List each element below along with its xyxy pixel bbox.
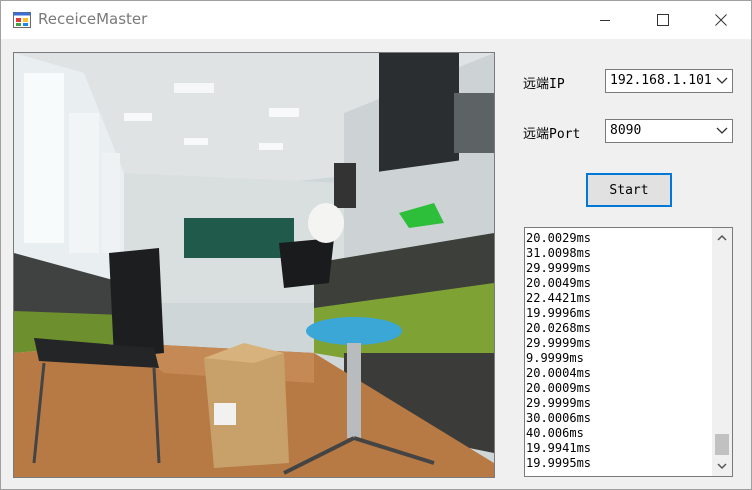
close-icon <box>715 14 727 26</box>
list-item[interactable]: 20.0049ms <box>526 276 710 291</box>
list-item[interactable]: 20.0004ms <box>526 366 710 381</box>
title-bar[interactable]: ReceiceMaster <box>1 1 751 39</box>
list-item[interactable]: 29.9999ms <box>526 261 710 276</box>
close-button[interactable] <box>692 1 750 39</box>
list-item[interactable]: 29.9999ms <box>526 336 710 351</box>
list-item[interactable]: 20.0009ms <box>526 381 710 396</box>
chevron-down-icon <box>717 463 727 470</box>
list-item[interactable]: 20.0029ms <box>526 231 710 246</box>
start-button[interactable]: Start <box>586 173 672 207</box>
scroll-up-button[interactable] <box>712 228 732 248</box>
list-item[interactable]: 9.9999ms <box>526 351 710 366</box>
vertical-scrollbar[interactable] <box>712 228 732 476</box>
remote-port-label: 远端Port <box>523 127 581 142</box>
remote-ip-combobox[interactable]: 192.168.1.101 <box>605 69 733 93</box>
window-title: ReceiceMaster <box>38 10 148 28</box>
minimize-icon <box>600 20 610 21</box>
list-item[interactable]: 19.9995ms <box>526 456 710 471</box>
chevron-up-icon <box>717 234 727 241</box>
maximize-icon <box>657 14 669 26</box>
client-area: 远端IP 192.168.1.101 远端Port 8090 Start 20.… <box>1 39 751 489</box>
chevron-down-icon[interactable] <box>715 125 729 137</box>
maximize-button[interactable] <box>634 1 692 39</box>
scroll-thumb[interactable] <box>715 434 729 455</box>
camera-picture-box <box>13 52 495 478</box>
list-item[interactable]: 22.4421ms <box>526 291 710 306</box>
minimize-button[interactable] <box>576 1 634 39</box>
app-window-icon <box>13 12 31 28</box>
log-list: 20.0029ms 31.0098ms 29.9999ms 20.0049ms … <box>526 231 710 471</box>
remote-ip-value: 192.168.1.101 <box>610 73 712 88</box>
list-item[interactable]: 40.006ms <box>526 426 710 441</box>
remote-port-combobox[interactable]: 8090 <box>605 119 733 143</box>
remote-ip-label: 远端IP <box>523 77 565 92</box>
main-window: ReceiceMaster 远端IP 192.168.1.101 远端Port … <box>0 0 752 490</box>
list-item[interactable]: 29.9999ms <box>526 396 710 411</box>
list-item[interactable]: 30.0006ms <box>526 411 710 426</box>
list-item[interactable]: 31.0098ms <box>526 246 710 261</box>
camera-frame-image <box>14 53 494 477</box>
list-item[interactable]: 19.9996ms <box>526 306 710 321</box>
remote-port-value: 8090 <box>610 123 642 138</box>
list-item[interactable]: 19.9941ms <box>526 441 710 456</box>
chevron-down-icon[interactable] <box>715 75 729 87</box>
timing-log-listbox[interactable]: 20.0029ms 31.0098ms 29.9999ms 20.0049ms … <box>524 227 733 477</box>
scroll-down-button[interactable] <box>712 456 732 476</box>
list-item[interactable]: 20.0268ms <box>526 321 710 336</box>
